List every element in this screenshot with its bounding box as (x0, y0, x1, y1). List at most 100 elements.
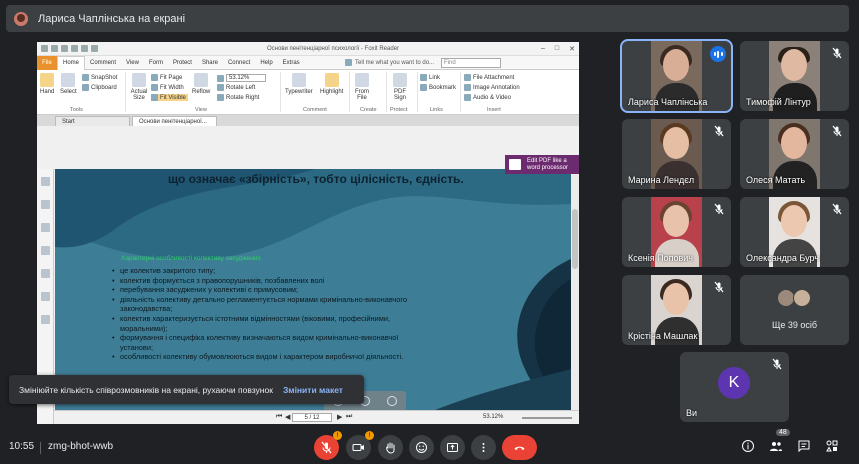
rotate-right-button[interactable]: Rotate Right (217, 94, 259, 101)
chat-icon[interactable] (797, 439, 811, 453)
open-icon[interactable] (51, 45, 58, 52)
menu-help[interactable]: Help (255, 56, 277, 70)
first-page-icon[interactable]: ⏮ (276, 413, 282, 421)
select-tool[interactable]: Select (60, 73, 77, 95)
bookmark-icon (420, 84, 427, 91)
tell-me[interactable]: Tell me what you want to do... (345, 59, 434, 66)
raise-hand-button[interactable] (378, 435, 403, 460)
bookmark-button[interactable]: Bookmark (420, 84, 456, 91)
fit-width-button[interactable]: Fit Width (151, 84, 184, 91)
participant-tile[interactable]: Марина Лендєл (622, 119, 731, 189)
more-options-button[interactable] (471, 435, 496, 460)
menu-comment[interactable]: Comment (85, 56, 121, 70)
ribbon-divider (460, 72, 461, 112)
remove-icon[interactable] (387, 396, 398, 406)
menu-protect[interactable]: Protect (168, 56, 197, 70)
last-page-icon[interactable]: ⏭ (346, 413, 352, 421)
fit-visible-button[interactable]: Fit Visible (151, 94, 188, 101)
hand-icon (40, 73, 55, 87)
menu-form[interactable]: Form (144, 56, 168, 70)
find-input[interactable]: Find (441, 57, 501, 68)
link-icon (420, 74, 427, 81)
edit-pdf-banner[interactable]: Edit PDF like a word processor (505, 155, 579, 174)
status-zoom: 53.12% (483, 414, 504, 420)
scroll-thumb[interactable] (572, 209, 578, 269)
highlight-button[interactable]: Highlight (320, 73, 343, 95)
undo-icon[interactable] (81, 45, 88, 52)
minimize-icon[interactable]: – (541, 45, 545, 53)
clipboard-button[interactable]: Clipboard (82, 84, 117, 91)
print-icon[interactable] (71, 45, 78, 52)
menu-view[interactable]: View (121, 56, 144, 70)
rotate-left-button[interactable]: Rotate Left (217, 84, 255, 91)
security-icon[interactable] (40, 292, 50, 301)
change-layout-button[interactable]: Змінити макет (283, 385, 343, 395)
menu-share[interactable]: Share (197, 56, 223, 70)
layout-toast: Змініюйте кількість співрозмовників на е… (9, 375, 364, 404)
fit-page-button[interactable]: Fit Page (151, 74, 182, 81)
activities-icon[interactable] (825, 439, 839, 453)
group-comment: Comment (303, 107, 327, 113)
mic-off-icon (321, 441, 332, 454)
participant-tile[interactable]: Олександра Бурч (740, 197, 849, 267)
typewriter-button[interactable]: Typewriter (285, 73, 313, 95)
pages-icon[interactable] (40, 200, 50, 209)
file-attachment-button[interactable]: File Attachment (464, 74, 514, 81)
link-button[interactable]: Link (420, 74, 440, 81)
hand-tool[interactable]: Hand (40, 73, 54, 95)
meeting-info-icon[interactable] (741, 439, 755, 453)
page-number-input[interactable]: 5 / 12 (292, 413, 332, 422)
mic-off-icon (831, 202, 843, 215)
tab-start[interactable]: Start (55, 116, 130, 126)
self-tile[interactable]: K Ви (680, 352, 789, 422)
menu-extras[interactable]: Extras (278, 56, 305, 70)
menu-connect[interactable]: Connect (223, 56, 255, 70)
menu-file[interactable]: File (37, 55, 57, 70)
actual-size-button[interactable]: Actual Size (129, 73, 149, 101)
participant-tile[interactable]: Олеся Матать (740, 119, 849, 189)
attachment-icon[interactable] (40, 269, 50, 278)
present-button[interactable] (440, 435, 465, 460)
avatar (793, 289, 811, 307)
mic-off-icon (713, 124, 725, 137)
zoom-select[interactable]: 53.12% (217, 74, 266, 82)
layers-icon[interactable] (40, 223, 50, 232)
signature-icon[interactable] (40, 315, 50, 324)
slide-heading: що означає «збірність», тобто цілісність… (168, 172, 464, 186)
microphone-button[interactable]: ! (314, 431, 342, 460)
maximize-icon[interactable]: □ (555, 45, 559, 53)
rotate-left-icon (217, 84, 224, 91)
zoom-slider[interactable] (522, 417, 572, 419)
audio-video-button[interactable]: Audio & Video (464, 94, 511, 101)
participant-tile[interactable]: Тимофій Лінтур (740, 41, 849, 111)
people-icon[interactable] (769, 439, 783, 453)
clipboard-icon (82, 84, 89, 91)
vertical-scrollbar[interactable] (571, 169, 579, 410)
reader-titlebar: Основи пенітенціарної психології - Foxit… (37, 42, 579, 56)
app-icon (41, 45, 48, 52)
divider (40, 442, 41, 454)
prev-page-icon[interactable]: ◀ (285, 413, 290, 421)
save-icon[interactable] (61, 45, 68, 52)
participant-tile[interactable]: Лариса Чаплінська (620, 39, 733, 113)
participant-tile[interactable]: Ксенія Попович (622, 197, 731, 267)
snapshot-button[interactable]: SnapShot (82, 74, 117, 81)
more-participants-tile[interactable]: Ще 39 осіб (740, 275, 849, 345)
tab-document[interactable]: Основи пенітенціарної... (132, 116, 217, 126)
reflow-button[interactable]: Reflow (192, 73, 210, 95)
from-file-button[interactable]: From File (353, 73, 371, 101)
leave-call-button[interactable] (502, 435, 537, 460)
camera-button[interactable]: ! (346, 431, 374, 460)
redo-icon[interactable] (91, 45, 98, 52)
pdf-sign-button[interactable]: PDF Sign (391, 73, 409, 101)
image-annotation-button[interactable]: Image Annotation (464, 84, 520, 91)
participant-tile[interactable]: Крістіна Машлак (622, 275, 731, 345)
next-page-icon[interactable]: ▶ (337, 413, 342, 421)
close-icon[interactable]: ✕ (569, 45, 575, 53)
ribbon: Hand Select SnapShot Clipboard Tools Act… (37, 70, 579, 115)
comments-icon[interactable] (40, 246, 50, 255)
emoji-button[interactable] (409, 435, 434, 460)
group-view: View (195, 107, 207, 113)
menu-home[interactable]: Home (57, 55, 86, 70)
hand-icon[interactable] (40, 177, 50, 186)
